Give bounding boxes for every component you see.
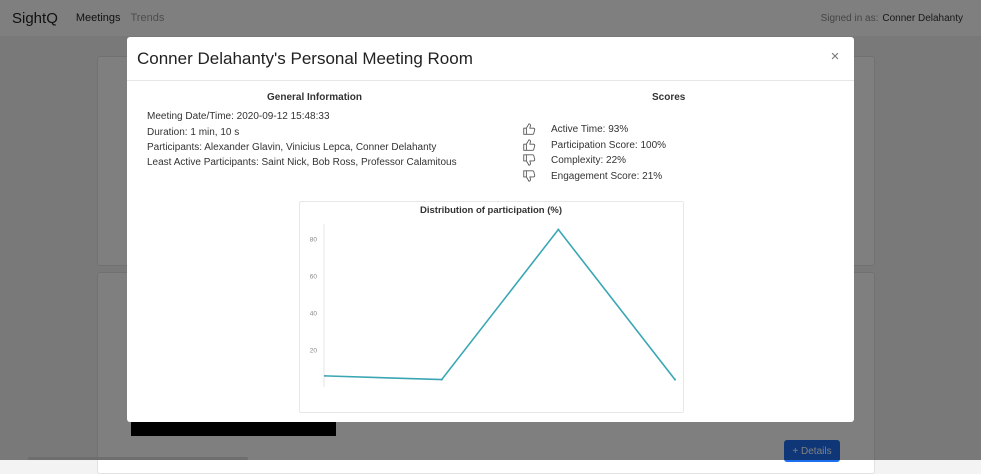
y-tick-label: 60 (310, 273, 318, 280)
score-label: Engagement Score: 21% (551, 170, 663, 182)
data-point[interactable] (440, 378, 443, 381)
participation-chart: Distribution of participation (%) 20 40 60… (299, 201, 684, 413)
scores-heading: Scores (652, 92, 686, 103)
meeting-participants: Participants: Alexander Glavin, Vinicius… (147, 142, 437, 153)
thumbs-up-icon (523, 139, 536, 151)
participation-chart-svg: Distribution of participation (%) 20 40 60… (310, 205, 676, 387)
least-active-participants: Least Active Participants: Saint Nick, B… (147, 157, 457, 168)
modal-title: Conner Delahanty's Personal Meeting Room (137, 48, 473, 68)
general-info-heading: General Information (267, 92, 363, 103)
score-active-time: Active Time: 93% (522, 122, 628, 136)
score-label: Complexity: 22% (551, 154, 627, 166)
thumbs-down-icon (523, 170, 536, 182)
meeting-duration: Duration: 1 min, 10 s (147, 127, 240, 138)
y-tick-label: 80 (310, 236, 318, 243)
thumbs-up-icon (523, 123, 536, 135)
close-button[interactable]: × (826, 48, 844, 66)
y-tick-label: 40 (310, 310, 318, 317)
data-point[interactable] (557, 228, 560, 231)
meeting-datetime: Meeting Date/Time: 2020-09-12 15:48:33 (147, 111, 330, 122)
score-participation: Participation Score: 100% (522, 138, 666, 152)
modal-header: Conner Delahanty's Personal Meeting Room… (127, 37, 854, 81)
participation-series-line (324, 228, 676, 381)
score-label: Active Time: 93% (551, 123, 629, 135)
chart-title: Distribution of participation (%) (420, 205, 562, 216)
y-tick-label: 20 (310, 347, 318, 354)
thumbs-down-icon (523, 154, 536, 166)
data-point[interactable] (674, 378, 676, 381)
meeting-details-modal: Conner Delahanty's Personal Meeting Room… (127, 37, 854, 422)
score-label: Participation Score: 100% (551, 139, 667, 151)
score-complexity: Complexity: 22% (522, 153, 626, 167)
score-engagement: Engagement Score: 21% (522, 169, 662, 183)
data-point[interactable] (324, 374, 326, 377)
